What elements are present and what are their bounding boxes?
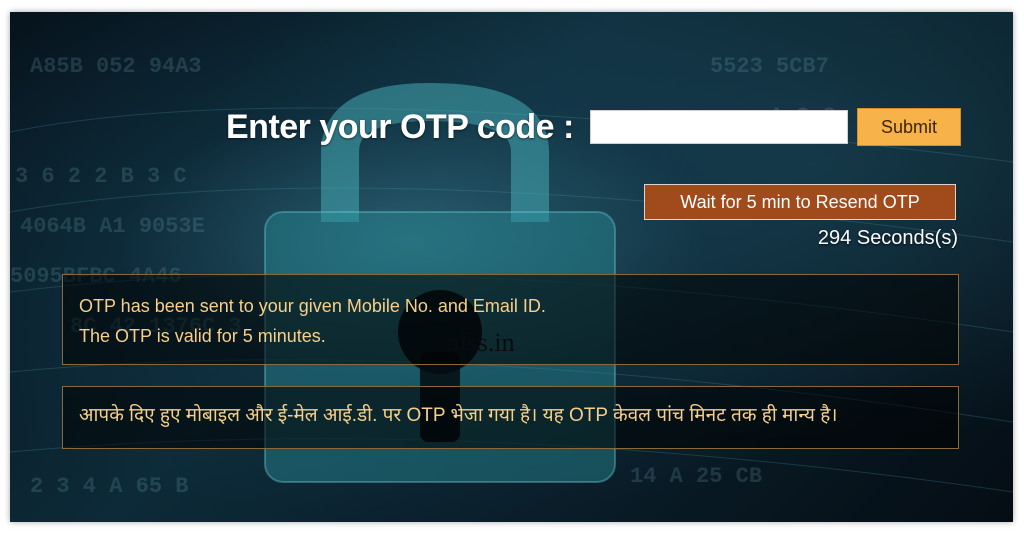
countdown-timer: 294 Seconds(s) (817, 227, 958, 249)
otp-hindi-text: आपके दिए हुए मोबाइल और ई-मेल आई.डी. पर O… (79, 405, 838, 426)
watermark-text: ofss.in (446, 328, 515, 357)
svg-text:A85B 052 94A3: A85B 052 94A3 (30, 54, 202, 79)
otp-panel: A85B 052 94A3 3 6 2 2 B 3 C 4064B A1 905… (10, 12, 1013, 522)
otp-label: Enter your OTP code : (226, 108, 574, 146)
svg-text:4064B A1 9053E: 4064B A1 9053E (20, 214, 205, 239)
submit-button[interactable]: Submit (857, 108, 961, 146)
svg-text:2 3 4 A 65 B: 2 3 4 A 65 B (30, 474, 188, 499)
svg-text:3 6 2 2 B 3 C: 3 6 2 2 B 3 C (15, 164, 187, 189)
svg-text:5523 5CB7: 5523 5CB7 (710, 54, 829, 79)
resend-otp-button[interactable]: Wait for 5 min to Resend OTP (644, 184, 956, 220)
svg-text:14 A 25 CB: 14 A 25 CB (630, 464, 762, 489)
otp-info-message-hindi: आपके दिए हुए मोबाइल और ई-मेल आई.डी. पर O… (62, 386, 959, 449)
otp-input[interactable] (590, 110, 848, 144)
otp-sent-text: OTP has been sent to your given Mobile N… (79, 296, 546, 316)
